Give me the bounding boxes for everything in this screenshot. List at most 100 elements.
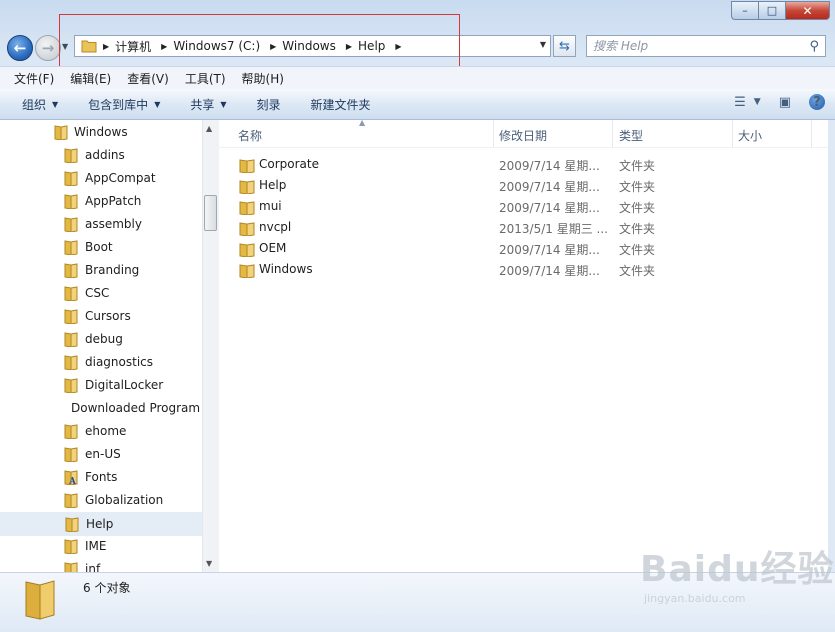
file-date-modified: 2009/7/14 星期...: [499, 159, 600, 173]
folder-icon: [65, 517, 79, 532]
tree-item-cursors[interactable]: Cursors: [0, 305, 202, 327]
column-divider[interactable]: [811, 120, 812, 147]
tree-item-label: Help: [86, 517, 114, 531]
tree-item-label: Globalization: [85, 493, 164, 507]
breadcrumb-separator[interactable]: ▶: [395, 42, 401, 51]
breadcrumb-label: 计算机: [115, 39, 152, 54]
tree-item-boot[interactable]: Boot: [0, 236, 202, 258]
close-button[interactable]: ✕: [785, 1, 830, 20]
help-icon[interactable]: ?: [809, 94, 825, 110]
tree-item-debug[interactable]: debug: [0, 328, 202, 350]
preview-pane-icon[interactable]: ▣: [779, 95, 791, 110]
tree-item-branding[interactable]: Branding: [0, 259, 202, 281]
breadcrumb-help[interactable]: Help: [358, 39, 385, 53]
scrollbar-thumb[interactable]: [204, 195, 217, 231]
column-name[interactable]: 名称: [238, 127, 262, 144]
view-options-icon[interactable]: ☰: [734, 95, 746, 110]
folder-icon: [64, 217, 78, 232]
search-input[interactable]: 搜索 Help ⚲: [586, 35, 826, 57]
tree-item-digitallocker[interactable]: DigitalLocker: [0, 374, 202, 396]
tree-item-globalization[interactable]: Globalization: [0, 489, 202, 511]
menu-tools[interactable]: 工具(T): [185, 70, 226, 87]
file-list: ▲ 名称 修改日期 类型 大小 Corporate 2009/7/14 星期...…: [219, 118, 828, 572]
scroll-up-icon[interactable]: ▲: [206, 124, 212, 133]
share-button[interactable]: 共享 ▼: [190, 96, 226, 113]
back-button[interactable]: ←: [7, 35, 33, 61]
column-divider[interactable]: [732, 120, 733, 147]
breadcrumb-separator[interactable]: ▶: [270, 42, 276, 51]
file-row[interactable]: OEM 2009/7/14 星期... 文件夹: [219, 238, 819, 259]
column-type[interactable]: 类型: [619, 127, 643, 144]
folder-icon: A: [64, 470, 78, 485]
folder-icon: [81, 40, 97, 53]
file-date-modified: 2009/7/14 星期...: [499, 201, 600, 215]
column-headers: ▲ 名称 修改日期 类型 大小: [219, 118, 828, 148]
refresh-button[interactable]: ⇆: [553, 35, 576, 57]
watermark: Baidu经验 jingyan.baidu.com: [640, 540, 834, 605]
tree-item-addins[interactable]: addins: [0, 144, 202, 166]
tree-item-label: IME: [85, 539, 107, 553]
breadcrumb-drive-c[interactable]: Windows7 (C:): [173, 39, 260, 53]
breadcrumb-separator[interactable]: ▶: [103, 42, 109, 51]
folder-icon: [64, 562, 78, 572]
new-folder-button[interactable]: 新建文件夹: [311, 96, 371, 113]
address-bar[interactable]: ▶ 计算机 ▶ Windows7 (C:) ▶ Windows ▶ Help ▶…: [74, 35, 551, 57]
file-type: 文件夹: [619, 264, 656, 278]
breadcrumb-separator[interactable]: ▶: [346, 42, 352, 51]
column-divider[interactable]: [612, 120, 613, 147]
folder-icon: [239, 201, 255, 215]
column-divider[interactable]: [493, 120, 494, 147]
breadcrumb-windows[interactable]: Windows: [282, 39, 336, 53]
organize-button[interactable]: 组织 ▼: [22, 96, 58, 113]
include-in-library-button[interactable]: 包含到库中 ▼: [88, 96, 160, 113]
menu-view[interactable]: 查看(V): [127, 70, 169, 87]
tree-item-label: debug: [85, 332, 123, 346]
file-type: 文件夹: [619, 243, 656, 257]
file-row[interactable]: Windows 2009/7/14 星期... 文件夹: [219, 259, 819, 280]
tree-item-diagnostics[interactable]: diagnostics: [0, 351, 202, 373]
folder-icon: [64, 171, 78, 186]
tree-item-csc[interactable]: CSC: [0, 282, 202, 304]
file-row[interactable]: Help 2009/7/14 星期... 文件夹: [219, 175, 819, 196]
tree-item-label: ehome: [85, 424, 127, 438]
menu-file[interactable]: 文件(F): [14, 70, 54, 87]
scroll-down-icon[interactable]: ▼: [206, 559, 212, 568]
tree-item-appcompat[interactable]: AppCompat: [0, 167, 202, 189]
tree-item-inf[interactable]: inf: [0, 558, 202, 572]
folder-icon: [239, 159, 255, 173]
tree-item-apppatch[interactable]: AppPatch: [0, 190, 202, 212]
column-size[interactable]: 大小: [738, 127, 762, 144]
tree-item-en-us[interactable]: en-US: [0, 443, 202, 465]
file-row[interactable]: Corporate 2009/7/14 星期... 文件夹: [219, 154, 819, 175]
maximize-button[interactable]: □: [758, 1, 785, 20]
tree-item-ime[interactable]: IME: [0, 535, 202, 557]
menu-edit[interactable]: 编辑(E): [70, 70, 111, 87]
breadcrumb-separator[interactable]: ▶: [161, 42, 167, 51]
chevron-down-icon[interactable]: ▼: [754, 97, 761, 107]
sort-ascending-icon: ▲: [359, 118, 366, 127]
breadcrumb-computer[interactable]: 计算机: [115, 38, 151, 55]
file-row[interactable]: mui 2009/7/14 星期... 文件夹: [219, 196, 819, 217]
tree-item-assembly[interactable]: assembly: [0, 213, 202, 235]
file-name: Help: [259, 178, 287, 192]
file-row[interactable]: nvcpl 2013/5/1 星期三 ... 文件夹: [219, 217, 819, 238]
burn-button[interactable]: 刻录: [257, 96, 281, 113]
recent-pages-dropdown[interactable]: ▼: [62, 42, 68, 51]
command-bar: 组织 ▼ 包含到库中 ▼ 共享 ▼ 刻录 新建文件夹 ☰ ▼ ▣ ?: [0, 89, 835, 120]
chevron-down-icon: ▼: [154, 99, 161, 109]
address-dropdown-icon[interactable]: ▼: [540, 40, 546, 49]
menu-help[interactable]: 帮助(H): [242, 70, 284, 87]
column-date-modified[interactable]: 修改日期: [499, 127, 547, 144]
tree-item-ehome[interactable]: ehome: [0, 420, 202, 442]
folder-icon: [64, 263, 78, 278]
tree-item-root[interactable]: Windows: [0, 121, 202, 143]
folder-icon: [64, 355, 78, 370]
search-icon[interactable]: ⚲: [809, 37, 819, 57]
forward-button[interactable]: →: [35, 35, 61, 61]
navigation-pane-scrollbar[interactable]: ▲ ▼: [202, 120, 219, 572]
tree-item-downloaded-program-files[interactable]: Downloaded Program Files: [0, 397, 218, 419]
tree-item-help[interactable]: Help: [0, 512, 204, 536]
tree-item-fonts[interactable]: A Fonts: [0, 466, 202, 488]
breadcrumb-label: Help: [358, 39, 386, 53]
minimize-button[interactable]: –: [731, 1, 758, 20]
